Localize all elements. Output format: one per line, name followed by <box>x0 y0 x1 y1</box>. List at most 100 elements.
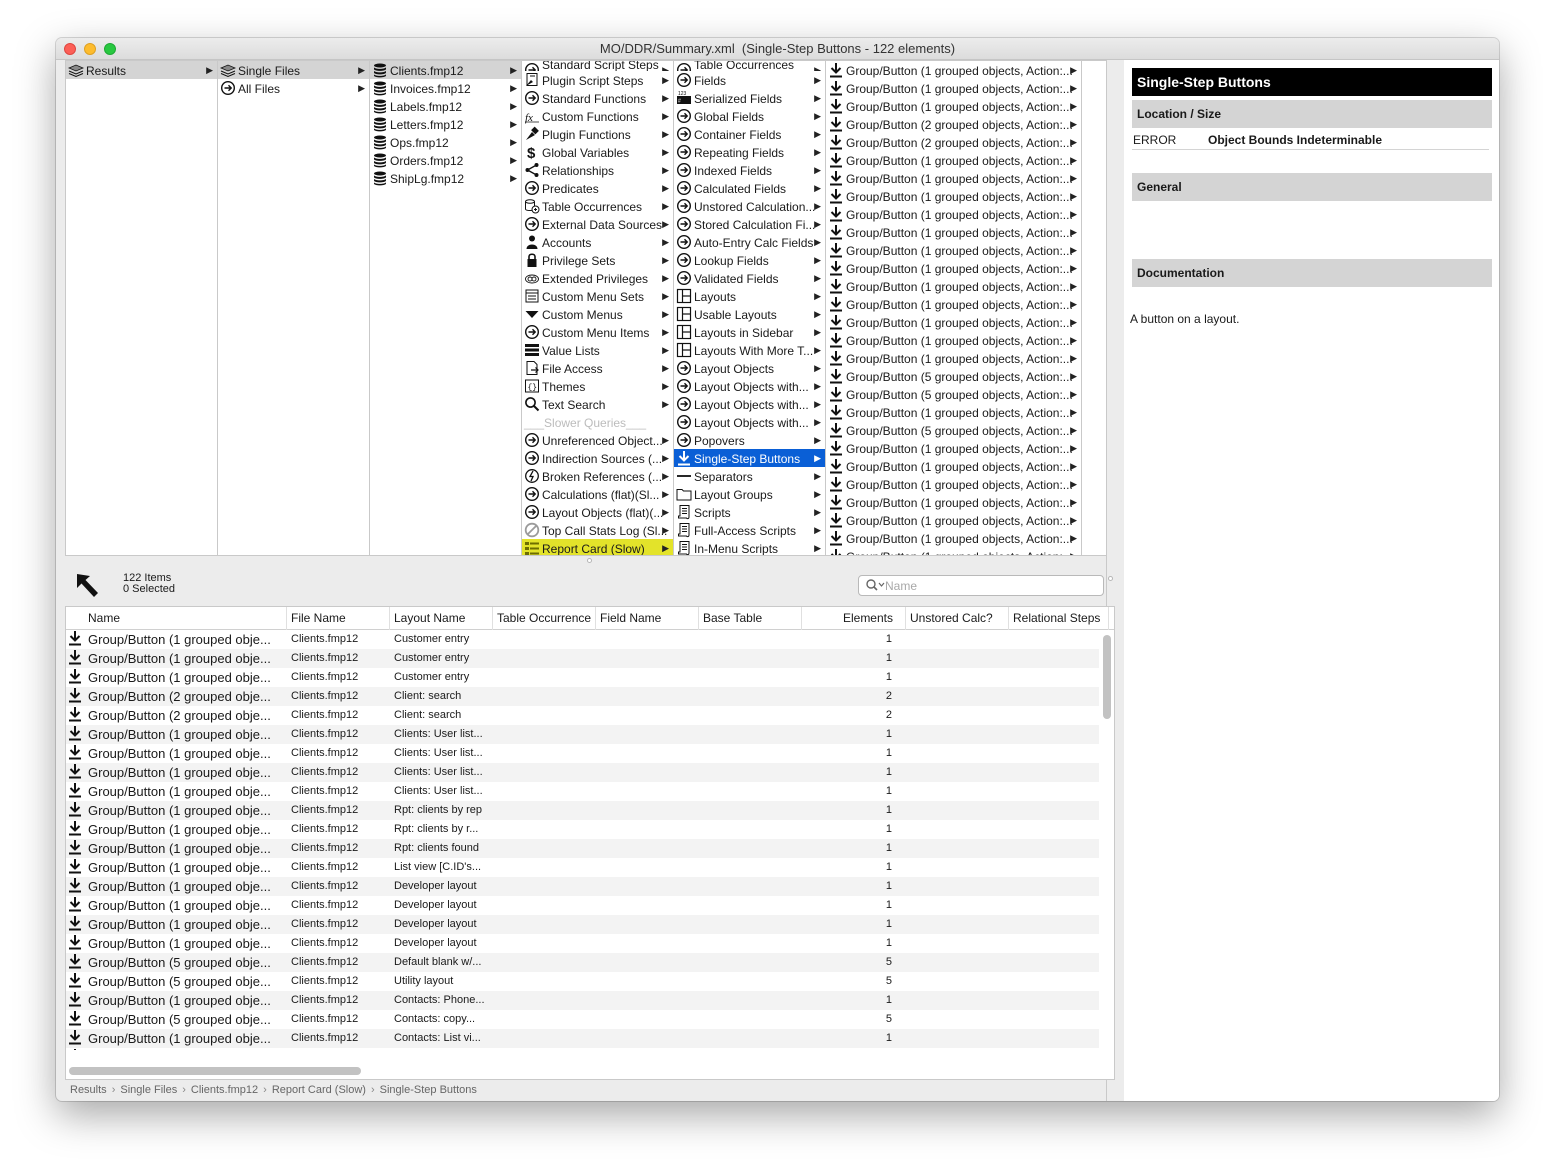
table-row[interactable]: Group/Button (5 grouped obje... Clients.f… <box>66 1010 1099 1029</box>
browser-item[interactable]: Repeating Fields ▶ <box>674 143 825 161</box>
table-row[interactable]: Group/Button (1 grouped obje... Clients.f… <box>66 782 1099 801</box>
browser-item[interactable]: Group/Button (1 grouped objects, Action:… <box>826 61 1081 79</box>
column-header[interactable]: Elements <box>802 607 906 630</box>
table-row[interactable]: Group/Button (1 grouped obje... Clients.f… <box>66 934 1099 953</box>
table-row[interactable]: Group/Button (1 grouped obje... Clients.f… <box>66 1029 1099 1048</box>
breadcrumb-item[interactable]: Single Files <box>120 1084 177 1096</box>
table-row[interactable]: Group/Button (1 grouped obje... Clients.f… <box>66 763 1099 782</box>
browser-item[interactable]: Lookup Fields ▶ <box>674 251 825 269</box>
browser-item[interactable]: Unstored Calculation... ▶ <box>674 197 825 215</box>
browser-item[interactable]: Group/Button (1 grouped objects, Action:… <box>826 475 1081 493</box>
browser-item[interactable]: Invoices.fmp12 ▶ <box>370 79 521 97</box>
browser-item[interactable]: Group/Button (1 grouped objects, Action:… <box>826 223 1081 241</box>
browser-item[interactable]: Single-Step Buttons ▶ <box>674 449 825 467</box>
browser-item[interactable]: Relationships ▶ <box>522 161 673 179</box>
browser-item[interactable]: Group/Button (1 grouped objects, Action:… <box>826 547 1081 555</box>
browser-item[interactable]: All Files ▶ <box>218 79 369 97</box>
browser-item[interactable]: Group/Button (1 grouped objects, Action:… <box>826 187 1081 205</box>
browser-item[interactable]: Validated Fields ▶ <box>674 269 825 287</box>
browser-item[interactable]: Group/Button (2 grouped objects, Action:… <box>826 133 1081 151</box>
browser-item[interactable]: Group/Button (1 grouped objects, Action:… <box>826 349 1081 367</box>
browser-item[interactable]: Group/Button (1 grouped objects, Action:… <box>826 439 1081 457</box>
horizontal-scrollbar[interactable] <box>69 1067 1099 1075</box>
table-row[interactable]: Group/Button (1 grouped obje... Clients.f… <box>66 820 1099 839</box>
browser-item[interactable]: Layout Objects with... ▶ <box>674 413 825 431</box>
browser-item[interactable]: Group/Button (1 grouped objects, Action:… <box>826 151 1081 169</box>
table-row[interactable]: Group/Button (1 grouped obje... Clients.f… <box>66 858 1099 877</box>
table-row[interactable]: Group/Button (1 grouped obje... Clients.f… <box>66 991 1099 1010</box>
browser-item[interactable]: Group/Button (1 grouped objects, Action:… <box>826 241 1081 259</box>
browser-item[interactable]: Report Card (Slow) ▶ <box>522 539 673 555</box>
browser-item[interactable]: Group/Button (1 grouped objects, Action:… <box>826 313 1081 331</box>
browser-item[interactable]: Orders.fmp12 ▶ <box>370 151 521 169</box>
table-row[interactable]: Group/Button (5 grouped obje... Clients.f… <box>66 972 1099 991</box>
browser-item[interactable]: Layout Objects with... ▶ <box>674 395 825 413</box>
browser-item[interactable]: Fields ▶ <box>674 71 825 89</box>
browser-item[interactable]: Value Lists ▶ <box>522 341 673 359</box>
browser-item[interactable]: Stored Calculation Fi... ▶ <box>674 215 825 233</box>
vertical-scrollbar[interactable] <box>1103 635 1111 1045</box>
breadcrumb-item[interactable]: Single-Step Buttons <box>380 1084 477 1096</box>
title-bar[interactable]: MO/DDR/Summary.xml (Single-Step Buttons … <box>56 38 1499 60</box>
browser-item[interactable]: Calculations (flat)(Sl... ▶ <box>522 485 673 503</box>
browser-item[interactable]: $ Global Variables ▶ <box>522 143 673 162</box>
browser-item[interactable]: Group/Button (2 grouped objects, Action:… <box>826 115 1081 133</box>
browser-item[interactable]: Global Fields ▶ <box>674 107 825 125</box>
browser-item[interactable]: Group/Button (1 grouped objects, Action:… <box>826 259 1081 277</box>
browser-item[interactable]: Group/Button (1 grouped objects, Action:… <box>826 511 1081 529</box>
table-row[interactable]: Group/Button (1 grouped obje... Clients.f… <box>66 649 1099 668</box>
browser-item[interactable]: Group/Button (5 grouped objects, Action:… <box>826 367 1081 385</box>
search-field[interactable] <box>858 575 1104 596</box>
breadcrumb-item[interactable]: Results <box>70 1084 107 1096</box>
browser-item[interactable]: Text Search ▶ <box>522 395 673 413</box>
browser-item[interactable]: Unreferenced Object... ▶ <box>522 431 673 449</box>
column-header[interactable]: Table Occurrence <box>493 607 596 630</box>
browser-item[interactable]: Custom Menus ▶ <box>522 305 673 323</box>
search-input[interactable] <box>885 577 1099 594</box>
browser-item[interactable]: ___Slower Queries___ <box>522 413 673 431</box>
browser-item[interactable]: Layout Objects with... ▶ <box>674 377 825 395</box>
browser-item[interactable]: Accounts ▶ <box>522 233 673 251</box>
breadcrumb-item[interactable]: Clients.fmp12 <box>191 1084 258 1096</box>
browser-item[interactable]: Group/Button (1 grouped objects, Action:… <box>826 79 1081 97</box>
browser-item[interactable]: Clients.fmp12 ▶ <box>370 61 521 79</box>
table-row[interactable]: Group/Button (1 grouped obje... Clients.f… <box>66 801 1099 820</box>
browser-item[interactable]: Full-Access Scripts ▶ <box>674 521 825 539</box>
browser-item[interactable]: Table Occurrences ▶ <box>522 197 673 215</box>
table-row[interactable]: Group/Button (1 grouped obje... Clients.f… <box>66 725 1099 744</box>
browser-item[interactable]: Custom Menu Items ▶ <box>522 323 673 341</box>
column-header[interactable]: Base Table <box>699 607 802 630</box>
browser-item[interactable]: Popovers ▶ <box>674 431 825 449</box>
table-row[interactable]: Group/Button (1 grouped obje... Clients.f… <box>66 839 1099 858</box>
browser-item[interactable]: Indirection Sources (... ▶ <box>522 449 673 467</box>
browser-item[interactable]: 123 # Serialized Fields ▶ <box>674 89 825 107</box>
browser-item[interactable]: fx Custom Functions ▶ <box>522 107 673 125</box>
browser-item[interactable]: Plugin Script Steps ▶ <box>522 71 673 89</box>
browser-item[interactable]: Group/Button (1 grouped objects, Action:… <box>826 457 1081 475</box>
browser-item[interactable]: Container Fields ▶ <box>674 125 825 143</box>
browser-item[interactable]: Layouts With More T... ▶ <box>674 341 825 359</box>
browser-item[interactable]: ShipLg.fmp12 ▶ <box>370 169 521 187</box>
browser-item[interactable]: Table Occurrences ▶ <box>674 61 825 71</box>
vertical-scroll-thumb[interactable] <box>1103 635 1111 719</box>
browser-item[interactable]: Group/Button (1 grouped objects, Action:… <box>826 205 1081 223</box>
table-row[interactable]: Group/Button (1 grouped obje... Clients.f… <box>66 896 1099 915</box>
column-header[interactable]: Name <box>84 607 287 630</box>
browser-item[interactable]: Results ▶ <box>66 61 217 79</box>
table-row[interactable]: Group/Button (1 grouped obje... Clients.f… <box>66 915 1099 934</box>
browser-item[interactable]: Layout Objects (flat)(... ▶ <box>522 503 673 521</box>
browser-item[interactable]: Layouts ▶ <box>674 287 825 305</box>
browser-item[interactable]: Letters.fmp12 ▶ <box>370 115 521 133</box>
browser-item[interactable]: Standard Script Steps ▶ <box>522 61 673 71</box>
browser-item[interactable]: Scripts ▶ <box>674 503 825 521</box>
browser-item[interactable]: Indexed Fields ▶ <box>674 161 825 179</box>
browser-item[interactable]: Layouts in Sidebar ▶ <box>674 323 825 341</box>
browser-item[interactable]: Plugin Functions ▶ <box>522 125 673 143</box>
browser-item[interactable]: Separators ▶ <box>674 467 825 485</box>
browser-item[interactable]: Group/Button (1 grouped objects, Action:… <box>826 277 1081 295</box>
table-row[interactable]: Group/Button (1 grouped obje... Clients.f… <box>66 668 1099 687</box>
browser-item[interactable]: Auto-Entry Calc Fields ▶ <box>674 233 825 251</box>
browser-item[interactable]: Privilege Sets ▶ <box>522 251 673 269</box>
browser-item[interactable]: Top Call Stats Log (Sl... ▶ <box>522 521 673 539</box>
browser-item[interactable]: Group/Button (1 grouped objects, Action:… <box>826 403 1081 421</box>
